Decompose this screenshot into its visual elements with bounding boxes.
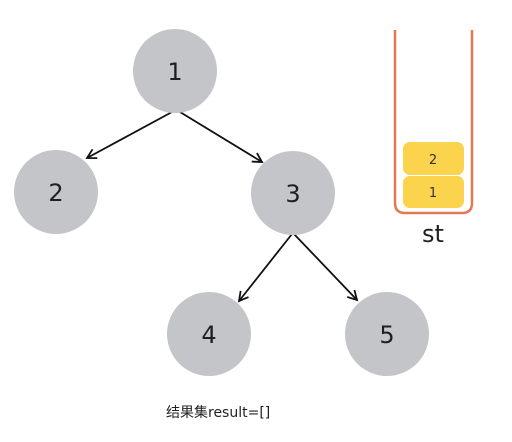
node-label-3: 3 [285,180,300,208]
node-label-2: 2 [48,179,63,207]
tree-diagram: 1 2 3 4 5 2 1 st [14,29,474,376]
stack-st: 2 1 st [393,30,474,248]
result-label: 结果集result=[] [166,405,271,421]
stack-item-bottom: 1 [403,176,464,208]
edge-3-5 [293,233,359,302]
edge-3-4 [237,233,293,303]
node-label-1: 1 [167,58,182,86]
tree-node-2: 2 [14,150,98,234]
stack-item-top: 2 [403,142,464,175]
edge-1-3 [179,111,264,163]
tree-node-1: 1 [133,29,217,113]
node-label-5: 5 [379,321,394,349]
tree-node-5: 5 [345,292,429,376]
stack-name: st [422,220,444,248]
edge-1-2 [85,111,173,160]
stack-item-label-bottom: 1 [429,186,437,201]
node-label-4: 4 [201,321,216,349]
stack-item-label-top: 2 [429,153,437,168]
tree-node-4: 4 [167,292,251,376]
tree-node-3: 3 [251,151,335,235]
